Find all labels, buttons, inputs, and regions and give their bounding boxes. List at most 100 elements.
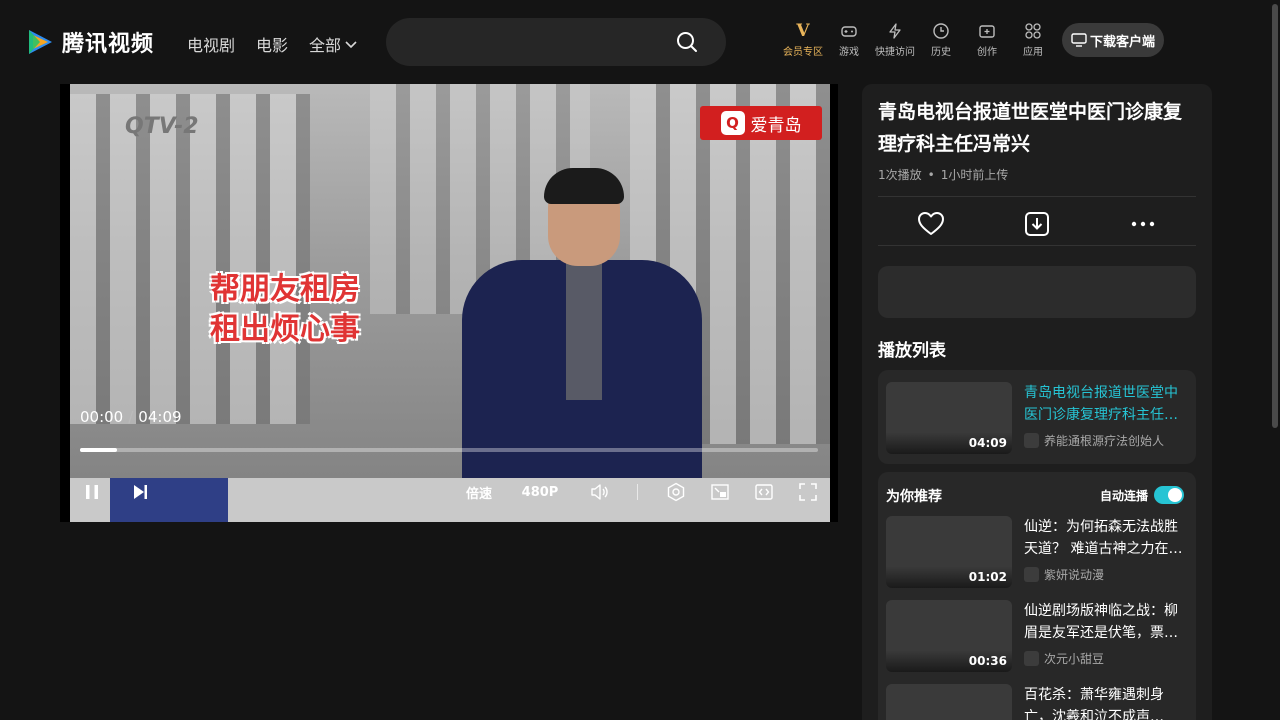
divider (878, 245, 1196, 246)
avatar (1024, 567, 1039, 582)
fullscreen-button[interactable] (796, 476, 820, 508)
recommend-item-title: 仙逆：为何拓森无法战胜天道？ 难道古神之力在… (1024, 519, 1183, 557)
vip-icon: V (796, 21, 810, 41)
gamepad-icon (841, 26, 857, 37)
picture-in-picture-icon (711, 484, 729, 500)
progress-bar[interactable] (80, 448, 818, 452)
main-nav: 电视剧 电影 全部 (187, 32, 358, 56)
video-thumbnail: 04:09 (886, 382, 1012, 454)
like-button[interactable] (916, 209, 946, 239)
download-client-button[interactable]: 下载客户端 (1062, 23, 1164, 57)
page-scrollbar[interactable] (1270, 0, 1280, 720)
playlist-heading: 播放列表 (878, 341, 946, 361)
recommend-item[interactable]: 00:36 仙逆剧场版神临之战：柳眉是友军还是伏笔，票… 次元小甜豆 (886, 600, 1188, 672)
action-bar (878, 202, 1196, 246)
web-fullscreen-icon (755, 484, 773, 500)
video-thumbnail: 01:02 (886, 516, 1012, 588)
progress-fill (80, 448, 117, 452)
tool-history[interactable]: 历史 (918, 22, 964, 58)
video-create-icon (979, 25, 995, 38)
autoplay-toggle[interactable] (1154, 486, 1184, 504)
more-button[interactable] (1128, 209, 1158, 239)
recommend-heading: 为你推荐 (886, 489, 942, 505)
autoplay-label: 自动连播 (1099, 488, 1148, 503)
loading-placeholder (878, 266, 1196, 318)
clock-icon (933, 23, 949, 39)
total-duration: 04:09 (138, 408, 182, 426)
recommendations: 为你推荐 自动连播 01:02 仙逆：为何拓森无法战胜天道？ 难道古神之力在… … (878, 472, 1196, 720)
skip-next-icon (134, 485, 147, 499)
video-frame[interactable]: QTV-2 Q 爱青岛 帮朋友租房 租出烦心事 (70, 84, 830, 522)
pause-icon (86, 485, 98, 499)
video-thumbnail: 00:36 (886, 600, 1012, 672)
author-name: 紫妍说动漫 (1044, 568, 1105, 582)
header-tools: V 会员专区 游戏 快捷访问 历史 创作 应用 (780, 22, 1056, 58)
player-controls: 倍速 480P (60, 476, 838, 508)
search-bar[interactable] (386, 18, 726, 66)
recommend-item[interactable]: 01:02 仙逆：为何拓森无法战胜天道？ 难道古神之力在… 紫妍说动漫 (886, 516, 1188, 588)
controls-divider (637, 484, 638, 500)
tool-create[interactable]: 创作 (964, 22, 1010, 58)
web-fullscreen-button[interactable] (752, 476, 776, 508)
lightning-icon (889, 23, 901, 39)
play-count: 1次播放 (878, 168, 922, 182)
logo-text: 腾讯视频 (62, 32, 155, 57)
scrollbar-thumb[interactable] (1272, 4, 1278, 428)
playlist-item[interactable]: 04:09 青岛电视台报道世医堂中医门诊康复理疗科主任冯常兴 养能通根源疗法创始… (886, 382, 1188, 454)
download-button[interactable] (1022, 209, 1052, 239)
author-name: 养能通根源疗法创始人 (1044, 434, 1165, 448)
autoplay-control: 自动连播 (1100, 486, 1184, 504)
apps-icon (1025, 23, 1041, 39)
upload-time: 1小时前上传 (940, 168, 1009, 182)
avatar (1024, 433, 1039, 448)
next-button[interactable] (128, 476, 152, 508)
brand-q-icon: Q (720, 111, 745, 135)
settings-button[interactable] (664, 476, 688, 508)
download-icon (1025, 212, 1049, 236)
quality-button[interactable]: 480P (520, 476, 560, 508)
volume-button[interactable] (586, 476, 612, 508)
side-panel: 青岛电视台报道世医堂中医门诊康复理疗科主任冯常兴 1次播放 • 1小时前上传 播放列… (862, 84, 1212, 720)
tool-vip-zone[interactable]: V 会员专区 (780, 22, 826, 58)
author-name: 次元小甜豆 (1044, 652, 1105, 666)
divider (878, 196, 1196, 197)
settings-icon (667, 482, 685, 502)
heart-icon (918, 212, 944, 235)
video-thumbnail (886, 684, 1012, 720)
video-title: 青岛电视台报道世医堂中医门诊康复理疗科主任冯常兴 (878, 101, 1183, 155)
volume-icon (591, 484, 608, 500)
nav-tv-series[interactable]: 电视剧 (187, 32, 235, 56)
tencent-video-logo[interactable]: 腾讯视频 (24, 26, 154, 58)
top-header: 腾讯视频 电视剧 电影 全部 V 会员专区 游戏 快捷访问 历史 创作 应用 下… (0, 0, 1280, 84)
duration-badge: 00:36 (968, 654, 1007, 668)
monitor-download-icon (1071, 33, 1087, 47)
picture-in-picture-button[interactable] (708, 476, 732, 508)
recommend-item-title: 仙逆剧场版神临之战：柳眉是友军还是伏笔，票… (1024, 603, 1178, 641)
tool-quick-access[interactable]: 快捷访问 (872, 22, 918, 58)
duration-badge: 04:09 (968, 436, 1007, 450)
channel-watermark: QTV-2 (125, 114, 199, 139)
more-dots-icon (1131, 221, 1155, 227)
video-caption: 帮朋友租房 租出烦心事 (210, 272, 360, 347)
video-player[interactable]: QTV-2 Q 爱青岛 帮朋友租房 租出烦心事 00:00/04:09 倍速 4… (60, 84, 838, 522)
nav-all[interactable]: 全部 (309, 32, 358, 56)
speed-button[interactable]: 倍速 (460, 476, 498, 508)
tool-games[interactable]: 游戏 (826, 22, 872, 58)
recommend-item[interactable]: 百花杀：萧华雍遇刺身亡，沈羲和泣不成声… (886, 684, 1188, 720)
playlist: 04:09 青岛电视台报道世医堂中医门诊康复理疗科主任冯常兴 养能通根源疗法创始… (878, 370, 1196, 464)
time-display: 00:00/04:09 (80, 408, 182, 426)
pause-button[interactable] (80, 476, 104, 508)
recommend-item-title: 百花杀：萧华雍遇刺身亡，沈羲和泣不成声… (1024, 687, 1164, 720)
tool-apps[interactable]: 应用 (1010, 22, 1056, 58)
station-brand-tag: Q 爱青岛 (700, 106, 822, 140)
nav-movies[interactable]: 电影 (256, 32, 288, 56)
playlist-item-title: 青岛电视台报道世医堂中医门诊康复理疗科主任冯常兴 (1024, 385, 1178, 423)
play-logo-icon (29, 30, 52, 54)
current-time: 00:00 (80, 408, 124, 426)
video-meta: 1次播放 • 1小时前上传 (878, 168, 1009, 182)
search-icon[interactable] (676, 31, 698, 53)
fullscreen-icon (799, 483, 817, 501)
chevron-down-icon (345, 41, 357, 49)
avatar (1024, 651, 1039, 666)
duration-badge: 01:02 (968, 570, 1007, 584)
